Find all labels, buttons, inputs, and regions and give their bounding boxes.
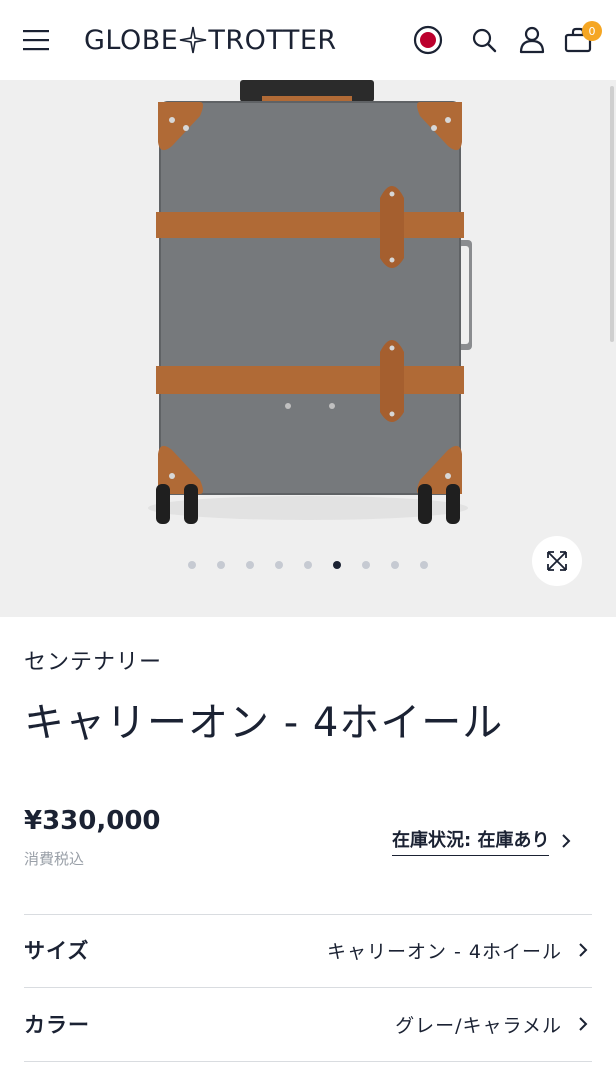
size-value-group: キャリーオン - 4ホイール [327,937,592,964]
color-selector[interactable]: カラー グレー/キャラメル [24,988,592,1060]
account-button[interactable] [512,20,552,60]
logo-text-right: TROTTER [208,24,337,56]
color-label: カラー [24,1013,90,1037]
search-icon [472,28,497,53]
gallery-dot[interactable] [188,561,196,569]
gallery-dot[interactable] [362,561,370,569]
cart-button[interactable]: 0 [558,20,602,60]
gallery-pagination [0,561,616,569]
page-scrollbar[interactable] [610,86,614,342]
account-icon [519,26,545,54]
product-price: ¥330,000 [24,806,161,836]
site-header: GLOBE TROTTER 0 [0,0,616,80]
size-value: キャリーオン - 4ホイール [326,940,562,963]
stock-status-label: 在庫状況: 在庫あり [392,826,550,856]
product-title: キャリーオン - 4ホイール [24,700,504,746]
size-selector[interactable]: サイズ キャリーオン - 4ホイール [24,914,592,986]
color-value: グレー/キャラメル [395,1014,562,1037]
compass-star-icon [179,26,207,54]
gallery-dot[interactable] [217,561,225,569]
gallery-dot[interactable] [275,561,283,569]
gallery-dot[interactable] [304,561,312,569]
menu-icon [23,30,49,51]
chevron-right-icon [578,942,588,958]
menu-button[interactable] [16,20,56,60]
color-value-group: グレー/キャラメル [395,1011,592,1038]
search-button[interactable] [464,20,504,60]
gallery-dot[interactable] [333,561,341,569]
product-collection: センテナリー [24,650,163,675]
chevron-right-icon [578,1016,588,1032]
divider [24,1061,592,1062]
stock-status-link[interactable]: 在庫状況: 在庫あり [392,826,571,856]
region-selector[interactable] [408,20,448,60]
gallery-dot[interactable] [246,561,254,569]
product-image-gallery[interactable] [0,80,616,617]
logo-text-left: GLOBE [84,24,179,56]
japan-flag-icon [413,25,443,55]
gallery-dot[interactable] [420,561,428,569]
gallery-dot[interactable] [391,561,399,569]
tax-note: 消費税込 [24,850,85,868]
cart-count-badge: 0 [582,21,602,41]
size-label: サイズ [24,939,90,963]
brand-logo[interactable]: GLOBE TROTTER [84,22,337,58]
zoom-button[interactable] [532,536,582,586]
expand-icon [547,551,567,571]
chevron-right-icon [561,833,571,849]
suitcase-image [148,80,472,524]
